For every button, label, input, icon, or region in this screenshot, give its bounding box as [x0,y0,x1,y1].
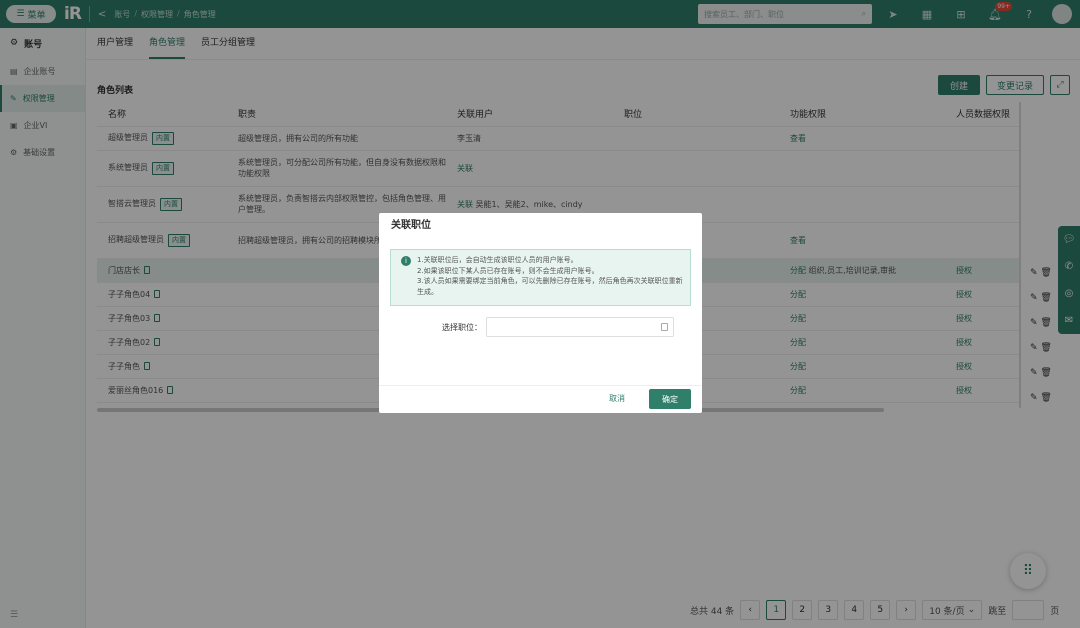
notice-box: i 1.关联职位后，会自动生成该职位人员的用户账号。 2.如果该职位下某人员已存… [390,249,691,306]
position-form-row: 选择职位： [379,317,702,337]
notice-line: 1.关联职位后，会自动生成该职位人员的用户账号。 [417,256,578,264]
cancel-button[interactable]: 取消 [609,393,625,404]
position-select[interactable] [486,317,674,337]
confirm-button[interactable]: 确定 [649,389,691,409]
notice-line: 2.如果该职位下某人员已存在账号，则不会生成用户账号。 [417,266,599,275]
dialog-title: 关联职位 [391,220,431,231]
notice-line: 3.该人员如果需要绑定当前角色，可以先删除已存在账号，然后角色再次关联职位重新生… [417,277,683,296]
copy-icon [661,323,668,331]
associate-position-dialog: 关联职位 i 1.关联职位后，会自动生成该职位人员的用户账号。 2.如果该职位下… [379,213,702,413]
info-icon: i [401,256,411,266]
position-label: 选择职位： [442,322,482,332]
dialog-footer: 取消 确定 [379,385,702,413]
